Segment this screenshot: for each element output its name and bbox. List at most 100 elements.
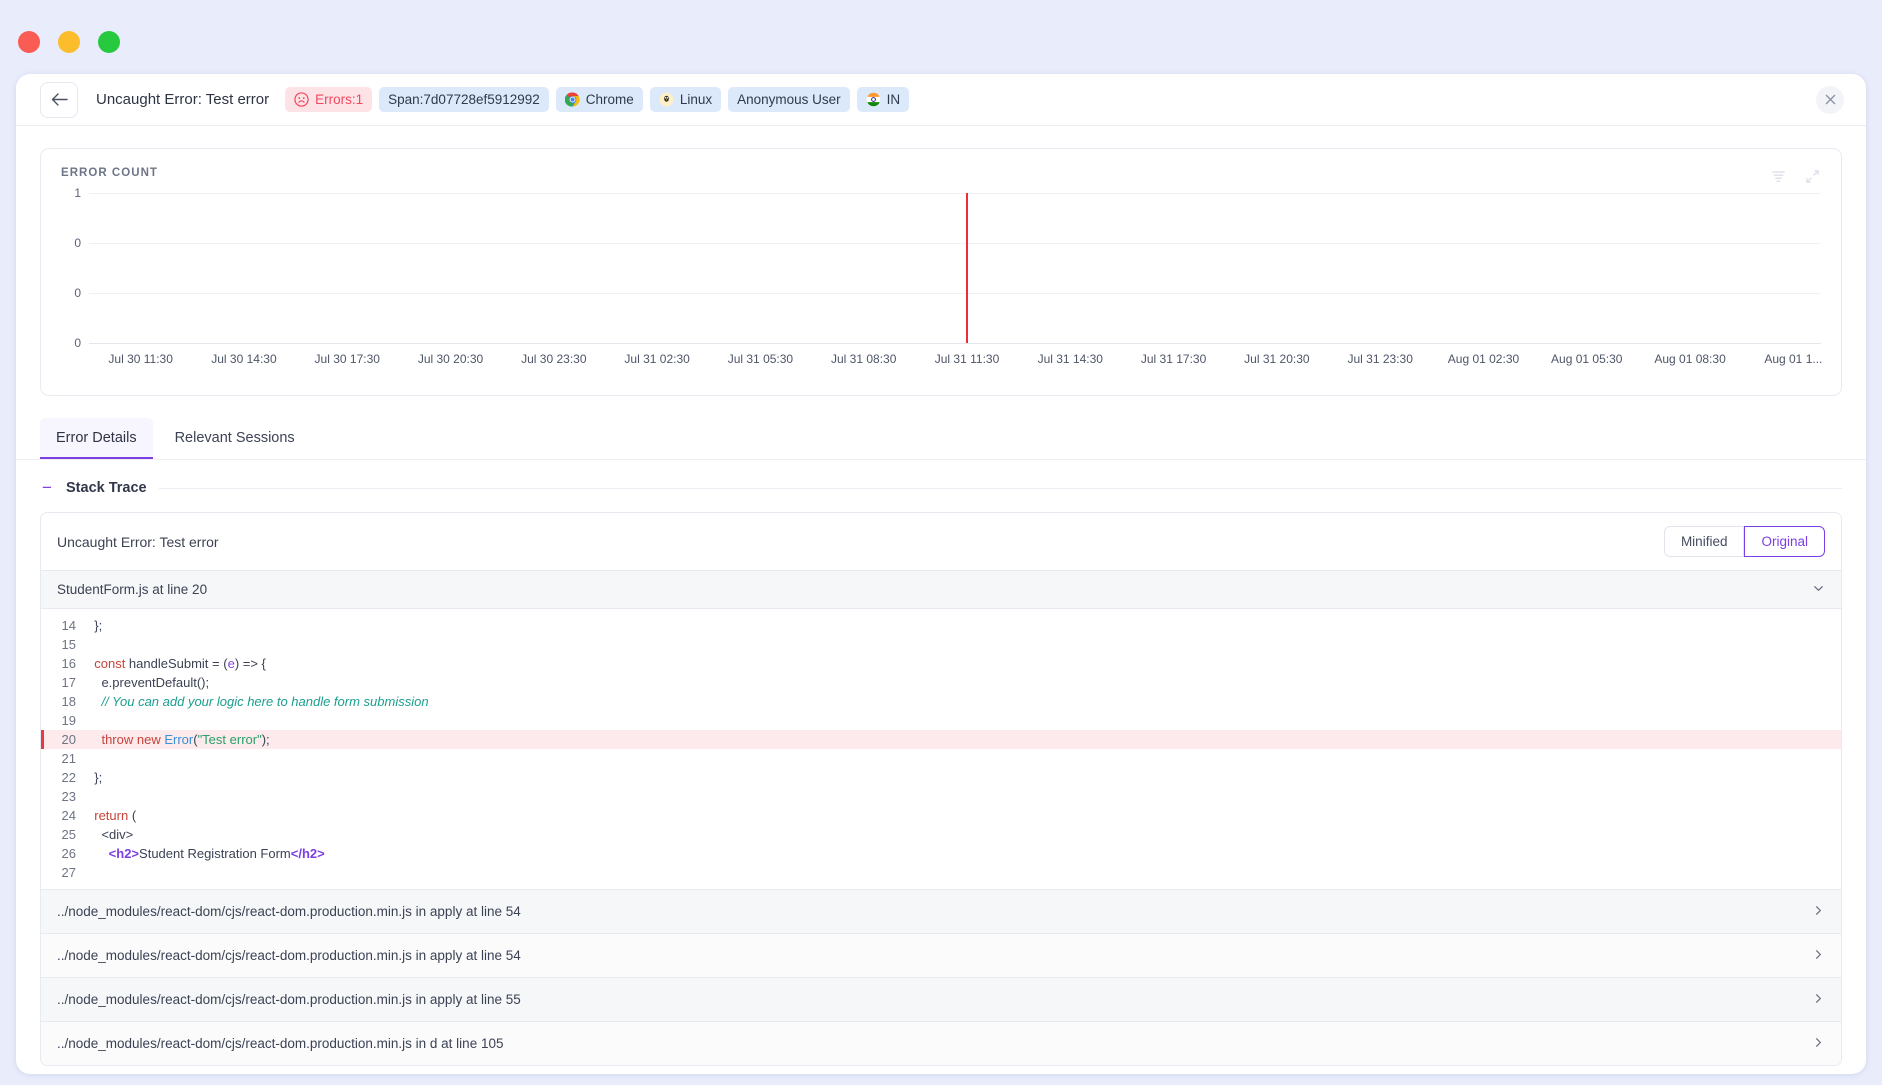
code-line-number: 23 xyxy=(41,787,87,806)
window-maximize-button[interactable] xyxy=(98,31,120,53)
chart-gridlines xyxy=(89,193,1821,343)
code-line-source: // You can add your logic here to handle… xyxy=(87,692,429,711)
code-line-number: 16 xyxy=(41,654,87,673)
code-line: 25 <div> xyxy=(41,825,1841,844)
badge-span-label: Span:7d07728ef5912992 xyxy=(388,92,540,107)
chart-y-tick: 0 xyxy=(74,286,81,300)
badge-errors[interactable]: Errors:1 xyxy=(285,87,372,112)
arrow-left-icon xyxy=(51,92,68,107)
code-line-source: throw new Error("Test error"); xyxy=(87,730,270,749)
code-line: 21 xyxy=(41,749,1841,768)
code-line-number: 20 xyxy=(44,730,87,749)
code-line-source: }; xyxy=(87,768,102,787)
chevron-right-icon[interactable] xyxy=(1812,948,1825,963)
source-file-header[interactable]: StudentForm.js at line 20 xyxy=(41,570,1841,609)
tab-relevant-sessions-label: Relevant Sessions xyxy=(175,430,295,446)
code-line-number: 21 xyxy=(41,749,87,768)
chart-x-tick: Jul 30 20:30 xyxy=(418,352,483,366)
badge-os[interactable]: Linux xyxy=(650,87,721,112)
toggle-minified[interactable]: Minified xyxy=(1664,526,1745,557)
code-line: 14 }; xyxy=(41,616,1841,635)
chart-bar[interactable] xyxy=(966,193,969,343)
code-line-number: 26 xyxy=(41,844,87,863)
detail-tabs: Error Details Relevant Sessions xyxy=(16,418,1866,460)
back-button[interactable] xyxy=(40,82,78,118)
code-line: 16 const handleSubmit = (e) => { xyxy=(41,654,1841,673)
code-line-source: const handleSubmit = (e) => { xyxy=(87,654,266,673)
expand-icon[interactable] xyxy=(1799,163,1825,189)
chart-x-tick: Jul 31 02:30 xyxy=(624,352,689,366)
chart-x-tick: Jul 31 11:30 xyxy=(935,352,1000,366)
badge-country[interactable]: IN xyxy=(857,87,910,112)
chart-x-tick: Aug 01 08:30 xyxy=(1654,352,1725,366)
stack-frame-label: ../node_modules/react-dom/cjs/react-dom.… xyxy=(57,948,521,963)
stack-frame-list: ../node_modules/react-dom/cjs/react-dom.… xyxy=(41,889,1841,1065)
chart-y-tick: 0 xyxy=(74,236,81,250)
chevron-right-icon[interactable] xyxy=(1812,992,1825,1007)
stack-frame-row[interactable]: ../node_modules/react-dom/cjs/react-dom.… xyxy=(41,889,1841,933)
chart-x-tick: Jul 30 23:30 xyxy=(521,352,586,366)
chart-gridline xyxy=(89,293,1821,294)
code-line-number: 24 xyxy=(41,806,87,825)
chart-gridline xyxy=(89,243,1821,244)
stack-trace-card: Uncaught Error: Test error Minified Orig… xyxy=(40,512,1842,1066)
error-count-chart-section: ERROR COUNT 1000 Jul 30 11:30Jul 30 14:3… xyxy=(16,126,1866,396)
close-icon[interactable] xyxy=(1816,86,1844,114)
toggle-minified-label: Minified xyxy=(1681,534,1728,549)
code-line: 22 }; xyxy=(41,768,1841,787)
toggle-original[interactable]: Original xyxy=(1744,526,1825,557)
badge-os-label: Linux xyxy=(680,92,712,107)
code-line: 23 xyxy=(41,787,1841,806)
chart-x-tick: Jul 31 20:30 xyxy=(1244,352,1309,366)
chevron-right-icon[interactable] xyxy=(1812,1036,1825,1051)
chart-x-tick: Jul 30 17:30 xyxy=(315,352,380,366)
badge-user[interactable]: Anonymous User xyxy=(728,87,850,112)
source-code-block: 14 };1516 const handleSubmit = (e) => {1… xyxy=(41,609,1841,889)
stack-frame-label: ../node_modules/react-dom/cjs/react-dom.… xyxy=(57,904,521,919)
window-minimize-button[interactable] xyxy=(58,31,80,53)
chart-x-tick: Aug 01 02:30 xyxy=(1448,352,1519,366)
tab-error-details[interactable]: Error Details xyxy=(40,418,153,459)
stack-trace-title: Stack Trace xyxy=(66,480,147,496)
chart-x-tick: Jul 30 14:30 xyxy=(211,352,276,366)
stack-frame-row[interactable]: ../node_modules/react-dom/cjs/react-dom.… xyxy=(41,977,1841,1021)
minus-icon[interactable]: − xyxy=(40,481,54,495)
chevron-right-icon[interactable] xyxy=(1812,904,1825,919)
chart-x-tick: Jul 31 17:30 xyxy=(1141,352,1206,366)
chart-x-tick: Jul 31 08:30 xyxy=(831,352,896,366)
badge-user-label: Anonymous User xyxy=(737,92,841,107)
code-line: 19 xyxy=(41,711,1841,730)
code-line-number: 15 xyxy=(41,635,87,654)
sad-face-icon xyxy=(294,92,309,107)
badge-browser-label: Chrome xyxy=(586,92,634,107)
code-line: 18 // You can add your logic here to han… xyxy=(41,692,1841,711)
app-window: Uncaught Error: Test error Errors:1 Span… xyxy=(16,74,1866,1074)
stack-frame-label: ../node_modules/react-dom/cjs/react-dom.… xyxy=(57,992,521,1007)
chart-y-axis: 1000 xyxy=(61,193,89,343)
tab-relevant-sessions[interactable]: Relevant Sessions xyxy=(159,418,311,459)
code-line: 24 return ( xyxy=(41,806,1841,825)
stack-trace-message: Uncaught Error: Test error xyxy=(57,534,219,550)
code-line-number: 17 xyxy=(41,673,87,692)
context-badges: Errors:1 Span:7d07728ef5912992 Chrom xyxy=(285,87,909,112)
code-line: 15 xyxy=(41,635,1841,654)
chart-plot-area: 1000 xyxy=(61,193,1821,343)
chart-x-tick: Jul 30 11:30 xyxy=(108,352,173,366)
error-detail-header: Uncaught Error: Test error Errors:1 Span… xyxy=(16,74,1866,126)
chart-x-tick: Aug 01 1... xyxy=(1764,352,1822,366)
stack-frame-row[interactable]: ../node_modules/react-dom/cjs/react-dom.… xyxy=(41,1021,1841,1065)
stack-frame-row[interactable]: ../node_modules/react-dom/cjs/react-dom.… xyxy=(41,933,1841,977)
badge-span[interactable]: Span:7d07728ef5912992 xyxy=(379,87,549,112)
code-line: 27 xyxy=(41,863,1841,882)
chart-x-axis: Jul 30 11:30 Jul 30 14:30 Jul 30 17:30 Jul … xyxy=(89,347,1821,375)
chrome-icon xyxy=(565,92,580,107)
chart-y-tick: 0 xyxy=(74,336,81,350)
chart-gridline xyxy=(89,193,1821,194)
chart-toolbar xyxy=(1765,163,1825,189)
code-line-source: <div> xyxy=(87,825,133,844)
chart-x-tick: Jul 31 23:30 xyxy=(1347,352,1412,366)
window-close-button[interactable] xyxy=(18,31,40,53)
badge-browser[interactable]: Chrome xyxy=(556,87,643,112)
filter-icon[interactable] xyxy=(1765,163,1791,189)
chevron-down-icon[interactable] xyxy=(1812,582,1825,597)
